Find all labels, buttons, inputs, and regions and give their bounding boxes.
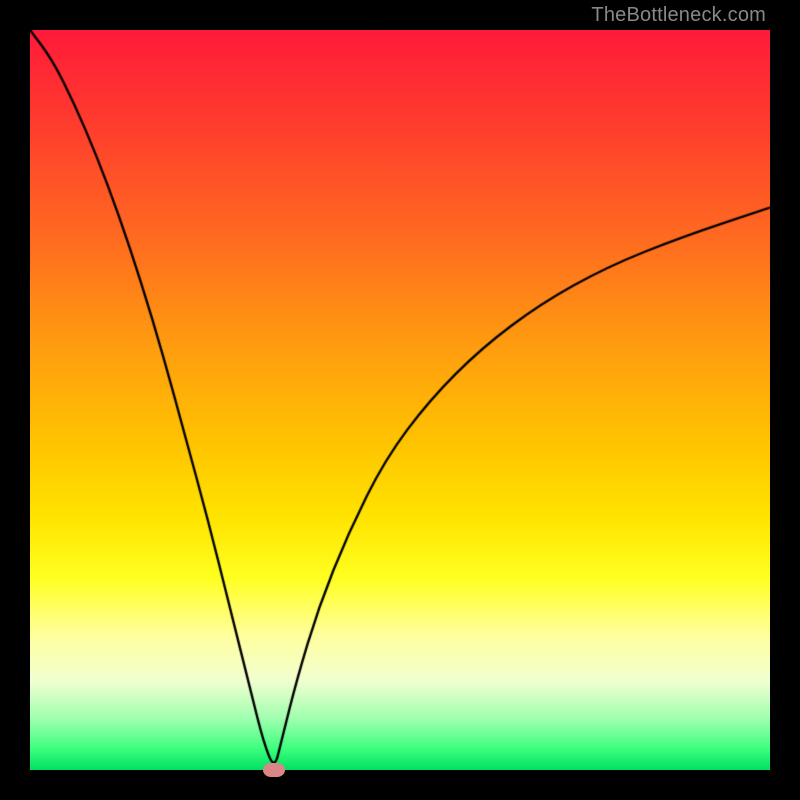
optimal-point-marker [263, 763, 285, 777]
chart-frame: TheBottleneck.com [0, 0, 800, 800]
plot-area [30, 30, 770, 770]
bottleneck-curve [30, 30, 770, 770]
watermark-label: TheBottleneck.com [591, 4, 766, 27]
